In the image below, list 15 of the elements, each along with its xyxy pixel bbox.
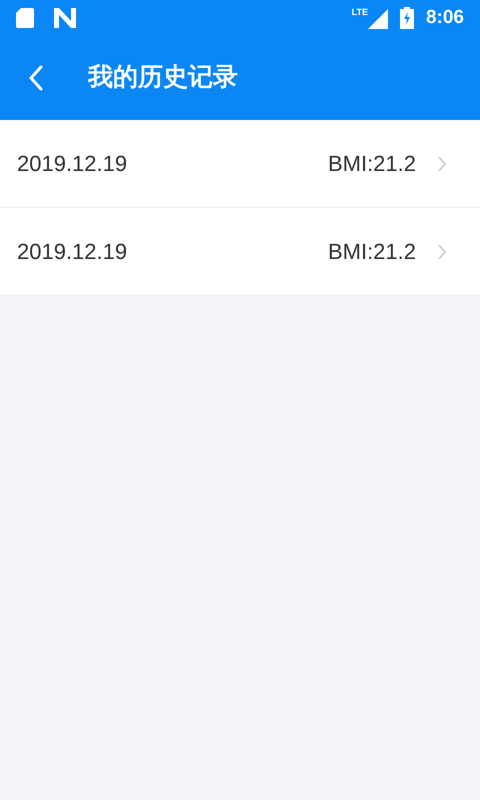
clock-time: 8:06 bbox=[426, 6, 464, 30]
record-row[interactable]: 2019.12.19 BMI:21.2 bbox=[0, 120, 480, 208]
bmi-value: BMI:21.2 bbox=[328, 238, 416, 266]
chevron-right-icon bbox=[438, 244, 446, 260]
signal-icon bbox=[368, 8, 388, 28]
network-type-label: LTE bbox=[352, 8, 368, 16]
record-row[interactable]: 2019.12.19 BMI:21.2 bbox=[0, 208, 480, 296]
chevron-right-icon bbox=[438, 156, 446, 172]
battery-charging-icon bbox=[400, 7, 414, 29]
page-title: 我的历史记录 bbox=[88, 62, 238, 94]
record-date: 2019.12.19 bbox=[17, 150, 128, 178]
bmi-value: BMI:21.2 bbox=[328, 150, 416, 178]
record-date: 2019.12.19 bbox=[17, 238, 128, 266]
notification-icon bbox=[54, 8, 76, 28]
sd-card-icon bbox=[16, 8, 34, 28]
